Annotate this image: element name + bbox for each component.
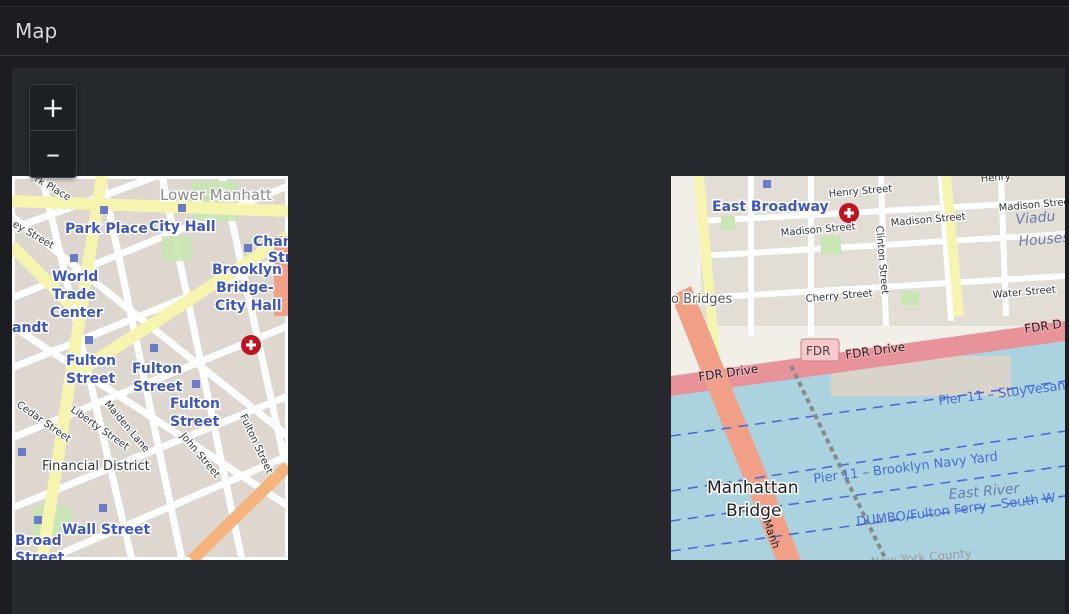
label-world-2: Trade	[52, 287, 96, 303]
label-manhattan-bridge-1: Manhattan	[707, 478, 799, 498]
top-strip	[0, 0, 1069, 7]
zoom-out-button[interactable]: –	[30, 131, 76, 176]
label-fulton-a2: Street	[66, 371, 116, 387]
label-brooklyn-bridge-2: Bridge-	[216, 280, 274, 296]
label-fulton-a1: Fulton	[66, 353, 116, 369]
label-fulton-c1: Fulton	[170, 396, 220, 412]
label-fulton-c2: Street	[170, 414, 220, 430]
panel-header: Map	[0, 7, 1069, 56]
label-broad: Broad	[15, 533, 62, 549]
zoom-control: + –	[29, 84, 77, 178]
label-broad-2: Street	[15, 550, 65, 560]
label-o-bridges: o Bridges	[671, 292, 732, 307]
label-landt: andt	[12, 320, 48, 336]
label-chan-2: Str	[268, 250, 288, 266]
label-park-place: Park Place	[65, 221, 148, 237]
label-world-1: World	[52, 269, 98, 285]
label-world-3: Center	[50, 305, 103, 321]
zoom-in-button[interactable]: +	[30, 85, 76, 131]
map-container[interactable]: Park Place City Hall Brooklyn Bridge- Ci…	[12, 68, 1065, 614]
label-city-hall: City Hall	[149, 219, 216, 235]
label-chan-1: Chan	[253, 234, 288, 250]
panel-title: Map	[15, 19, 58, 43]
label-wall-street: Wall Street	[62, 522, 151, 538]
label-fulton-b1: Fulton	[132, 361, 182, 377]
label-brooklyn-bridge-3: City Hall	[215, 298, 282, 314]
label-lower-manhattan: Lower Manhatt	[160, 186, 272, 204]
label-financial-district: Financial District	[42, 459, 150, 474]
fdr-shield: FDR	[806, 344, 830, 358]
label-fulton-b2: Street	[133, 379, 183, 395]
map-tile-lower-manhattan[interactable]: Park Place City Hall Brooklyn Bridge- Ci…	[12, 176, 288, 560]
map-tile-east-river[interactable]: East Broadway Henry Street Henry Madison…	[671, 176, 1065, 560]
label-east-broadway: East Broadway	[712, 199, 829, 215]
